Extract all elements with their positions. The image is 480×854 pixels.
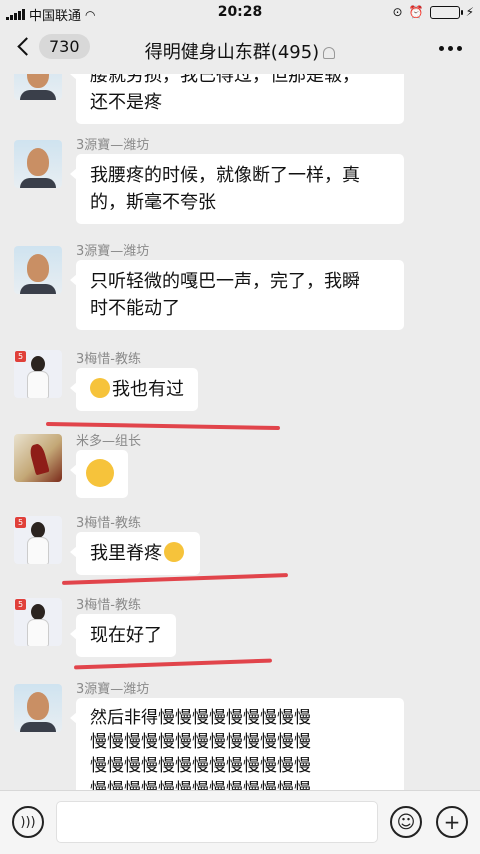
avatar[interactable]: 5 — [14, 516, 62, 564]
message-bubble[interactable]: 我也有过 — [70, 368, 198, 411]
emoji-button[interactable]: ☺ — [390, 806, 422, 838]
brand-logo-icon: 5 — [15, 517, 26, 528]
avatar[interactable] — [14, 684, 62, 732]
red-underline-annotation — [73, 658, 273, 670]
plus-icon: + — [443, 810, 461, 834]
message-bubble[interactable] — [70, 450, 128, 498]
message-line: 然后非得慢慢慢慢慢慢慢慢慢 — [90, 708, 311, 728]
message-input[interactable] — [56, 801, 378, 843]
laugh-cry-emoji-icon — [164, 542, 184, 562]
message-line: 的，斯毫不夸张 — [90, 192, 216, 213]
more-actions-button[interactable]: + — [436, 806, 468, 838]
message-line: 时不能动了 — [90, 298, 180, 319]
battery-icon — [429, 5, 463, 19]
sender-name: 3源寶—潍坊 — [76, 682, 150, 697]
avatar[interactable] — [14, 140, 62, 188]
message-line: 还不是疼 — [90, 92, 162, 113]
chat-title: 得明健身山东群(495) — [0, 38, 480, 64]
status-bar: 中国联通 ◠ 20:28 ⊙ ⏰ ⚡ — [0, 0, 480, 26]
chat-messages[interactable]: 腰就劳损，我已得过，但那是皲， 还不是疼 3源寶—潍坊 我腰疼的时候，就像断了一… — [0, 74, 480, 790]
dot-icon — [448, 46, 453, 51]
message-bubble[interactable]: 我腰疼的时候，就像断了一样，真 的，斯毫不夸张 — [70, 154, 404, 224]
dot-icon — [457, 46, 462, 51]
message-line: 慢慢慢慢慢慢慢慢慢慢慢慢慢 — [90, 780, 311, 790]
input-bar: ))) ☺ + — [0, 790, 480, 854]
message-line: 只听轻微的嘎巴一声，完了，我瞬 — [90, 271, 360, 292]
rotation-lock-icon: ⊙ — [392, 5, 403, 19]
brand-logo-icon: 5 — [15, 351, 26, 362]
sender-name: 3梅惜-教练 — [76, 516, 141, 531]
message-line: 腰就劳损，我已得过，但那是皲， — [90, 74, 360, 86]
mute-bell-icon — [323, 47, 336, 59]
status-right: ⊙ ⏰ ⚡ — [393, 5, 474, 19]
laugh-cry-emoji-icon — [90, 378, 110, 398]
more-options-button[interactable] — [439, 46, 462, 51]
sender-name: 3梅惜-教练 — [76, 352, 141, 367]
avatar[interactable] — [14, 246, 62, 294]
message-line: 慢慢慢慢慢慢慢慢慢慢慢慢慢 — [90, 756, 311, 776]
sender-name: 3梅惜-教练 — [76, 598, 141, 613]
message-text: 我里脊疼 — [90, 543, 162, 564]
group-name: 得明健身山东群(495) — [144, 42, 320, 63]
dot-icon — [439, 46, 444, 51]
avatar[interactable]: 5 — [14, 350, 62, 398]
message-bubble[interactable]: 只听轻微的嘎巴一声，完了，我瞬 时不能动了 — [70, 260, 404, 330]
emoji-icon: ☺ — [396, 811, 416, 833]
avatar[interactable] — [14, 434, 62, 482]
avatar[interactable] — [14, 74, 62, 100]
voice-icon: ))) — [20, 814, 36, 830]
avatar[interactable]: 5 — [14, 598, 62, 646]
sender-name: 3源寶—潍坊 — [76, 138, 150, 153]
message-line: 慢慢慢慢慢慢慢慢慢慢慢慢慢 — [90, 732, 311, 752]
message-bubble[interactable]: 然后非得慢慢慢慢慢慢慢慢慢 慢慢慢慢慢慢慢慢慢慢慢慢慢 慢慢慢慢慢慢慢慢慢慢慢慢… — [70, 698, 404, 790]
surprised-emoji-icon — [86, 459, 114, 487]
message-bubble[interactable]: 我里脊疼 — [70, 532, 200, 575]
chat-header: 730 得明健身山东群(495) — [0, 26, 480, 74]
red-underline-annotation — [45, 421, 281, 431]
voice-input-button[interactable]: ))) — [12, 806, 44, 838]
alarm-icon: ⏰ — [408, 5, 424, 19]
message-bubble[interactable]: 现在好了 — [70, 614, 176, 657]
message-text: 现在好了 — [90, 625, 162, 646]
message-bubble[interactable]: 腰就劳损，我已得过，但那是皲， 还不是疼 — [70, 74, 404, 124]
message-line: 我腰疼的时候，就像断了一样，真 — [90, 165, 360, 186]
sender-name: 米多—组长 — [76, 434, 142, 449]
message-text: 我也有过 — [112, 379, 184, 400]
charging-icon: ⚡ — [465, 5, 474, 19]
sender-name: 3源寶—潍坊 — [76, 244, 150, 259]
brand-logo-icon: 5 — [15, 599, 26, 610]
